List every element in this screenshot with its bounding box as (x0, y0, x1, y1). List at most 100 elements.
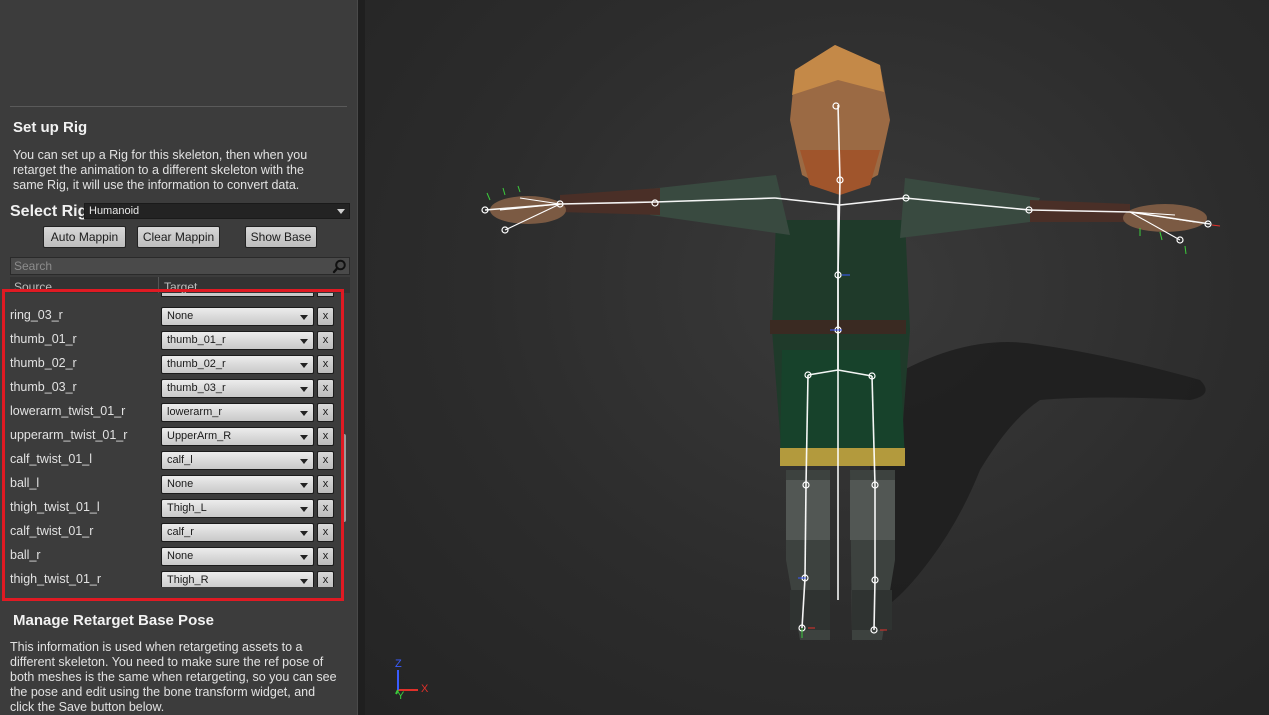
panel-splitter[interactable] (357, 0, 365, 715)
target-bone-value: UpperArm_R (167, 430, 232, 442)
target-bone-value: calf_r (167, 526, 194, 538)
chevron-down-icon (337, 209, 345, 214)
scrollbar-thumb[interactable] (341, 434, 346, 522)
setup-rig-description-line: retarget the animation to a different sk… (13, 163, 304, 177)
partial-row-dropdown[interactable] (161, 293, 314, 297)
bone-mapping-row: calf_twist_01_l calf_l x (6, 449, 338, 473)
target-bone-dropdown[interactable]: thumb_02_r (161, 355, 314, 374)
target-bone-dropdown[interactable]: calf_r (161, 523, 314, 542)
retarget-manager-panel: Set up Rig You can set up a Rig for this… (0, 0, 357, 715)
source-bone-name: thumb_03_r (10, 380, 77, 394)
clear-mapping-x-button[interactable]: x (317, 571, 334, 587)
source-bone-name: calf_twist_01_r (10, 524, 94, 538)
bone-mapping-row: thumb_02_r thumb_02_r x (6, 353, 338, 377)
retarget-description-line: click the Save button below. (10, 700, 165, 714)
target-bone-dropdown[interactable]: None (161, 307, 314, 326)
chevron-down-icon (300, 579, 308, 584)
target-bone-dropdown[interactable]: Thigh_L (161, 499, 314, 518)
bone-mapping-row: lowerarm_twist_01_r lowerarm_r x (6, 401, 338, 425)
source-bone-name: ball_r (10, 548, 41, 562)
rig-select-dropdown[interactable]: Humanoid (84, 203, 350, 219)
source-bone-name: ball_l (10, 476, 40, 490)
character-render (395, 45, 1221, 695)
target-bone-value: calf_l (167, 454, 193, 466)
chevron-down-icon (300, 435, 308, 440)
chevron-down-icon (300, 531, 308, 536)
clear-mapping-x-button[interactable]: x (317, 475, 334, 494)
partial-row-clear-button[interactable] (317, 293, 334, 297)
show-base-button[interactable]: Show Base (245, 226, 317, 248)
target-bone-dropdown[interactable]: None (161, 475, 314, 494)
source-bone-name: thumb_02_r (10, 356, 77, 370)
target-bone-value: thumb_03_r (167, 382, 226, 394)
source-bone-name: ring_03_r (10, 308, 63, 322)
target-bone-dropdown[interactable]: lowerarm_r (161, 403, 314, 422)
search-icon[interactable] (332, 259, 347, 274)
bone-mapping-list[interactable]: ring_03_r None x thumb_01_r thumb_01_r x thumb… (6, 293, 338, 587)
setup-rig-description-line: same Rig, it will use the information to… (13, 178, 300, 192)
clear-mapping-x-button[interactable]: x (317, 379, 334, 398)
target-bone-dropdown[interactable]: Thigh_R (161, 571, 314, 587)
bone-mapping-row: thigh_twist_01_r Thigh_R x (6, 569, 338, 587)
retarget-description-line: This information is used when retargetin… (10, 640, 303, 654)
retarget-description-line: different skeleton. You need to make sur… (10, 655, 324, 669)
clear-mapping-x-button[interactable]: x (317, 403, 334, 422)
source-bone-name: thigh_twist_01_r (10, 572, 102, 586)
setup-rig-title: Set up Rig (13, 119, 88, 136)
setup-rig-description-line: You can set up a Rig for this skeleton, … (13, 148, 308, 162)
search-input[interactable] (14, 259, 324, 273)
retarget-base-pose-section: Manage Retarget Base Pose This informati… (0, 602, 357, 715)
source-bone-name: thigh_twist_01_l (10, 500, 100, 514)
source-bone-name: lowerarm_twist_01_r (10, 404, 126, 418)
retarget-description-line: both meshes is the same when retargeting… (10, 670, 337, 684)
chevron-down-icon (300, 363, 308, 368)
section-divider (10, 106, 347, 107)
clear-mapping-x-button[interactable]: x (317, 427, 334, 446)
source-bone-name: thumb_01_r (10, 332, 77, 346)
auto-mapping-button[interactable]: Auto Mappin (43, 226, 126, 248)
clear-mapping-x-button[interactable]: x (317, 331, 334, 350)
target-bone-value: Thigh_L (167, 502, 207, 514)
target-bone-dropdown[interactable]: thumb_03_r (161, 379, 314, 398)
axis-x-label: X (421, 683, 429, 695)
bone-mapping-row: thigh_twist_01_l Thigh_L x (6, 497, 338, 521)
clear-mapping-x-button[interactable]: x (317, 451, 334, 470)
chevron-down-icon (300, 483, 308, 488)
column-separator (158, 277, 159, 293)
target-bone-value: thumb_01_r (167, 334, 226, 346)
bone-mapping-row: thumb_01_r thumb_01_r x (6, 329, 338, 353)
target-bone-value: None (167, 478, 194, 490)
clear-mapping-x-button[interactable]: x (317, 499, 334, 518)
target-bone-value: None (167, 310, 194, 322)
bone-search-box (10, 257, 350, 275)
column-header-source[interactable]: Source (14, 280, 52, 294)
clear-mapping-button[interactable]: Clear Mappin (137, 226, 220, 248)
chevron-down-icon (300, 411, 308, 416)
target-bone-value: lowerarm_r (167, 406, 223, 418)
bone-mapping-row: calf_twist_01_r calf_r x (6, 521, 338, 545)
clear-mapping-x-button[interactable]: x (317, 523, 334, 542)
chevron-down-icon (300, 387, 308, 392)
retarget-base-pose-description: This information is used when retargetin… (10, 640, 337, 715)
clear-mapping-x-button[interactable]: x (317, 547, 334, 566)
chevron-down-icon (300, 507, 308, 512)
bone-mapping-row: ring_03_r None x (6, 305, 338, 329)
retarget-description-line: the pose and edit using the bone transfo… (10, 685, 316, 699)
retarget-base-pose-title: Manage Retarget Base Pose (13, 612, 214, 629)
skeleton-viewport[interactable]: X Y Z (365, 0, 1269, 715)
source-bone-name: calf_twist_01_l (10, 452, 92, 466)
axis-z-label: Z (395, 658, 402, 670)
target-bone-value: thumb_02_r (167, 358, 226, 370)
column-header-target[interactable]: Target (164, 280, 197, 294)
setup-rig-description: You can set up a Rig for this skeleton, … (13, 148, 307, 193)
target-bone-value: Thigh_R (167, 574, 209, 586)
clear-mapping-x-button[interactable]: x (317, 307, 334, 326)
target-bone-dropdown[interactable]: calf_l (161, 451, 314, 470)
clear-mapping-x-button[interactable]: x (317, 355, 334, 374)
bone-mapping-row: ball_r None x (6, 545, 338, 569)
target-bone-dropdown[interactable]: None (161, 547, 314, 566)
bone-mapping-row: upperarm_twist_01_r UpperArm_R x (6, 425, 338, 449)
target-bone-dropdown[interactable]: thumb_01_r (161, 331, 314, 350)
target-bone-dropdown[interactable]: UpperArm_R (161, 427, 314, 446)
chevron-down-icon (300, 459, 308, 464)
